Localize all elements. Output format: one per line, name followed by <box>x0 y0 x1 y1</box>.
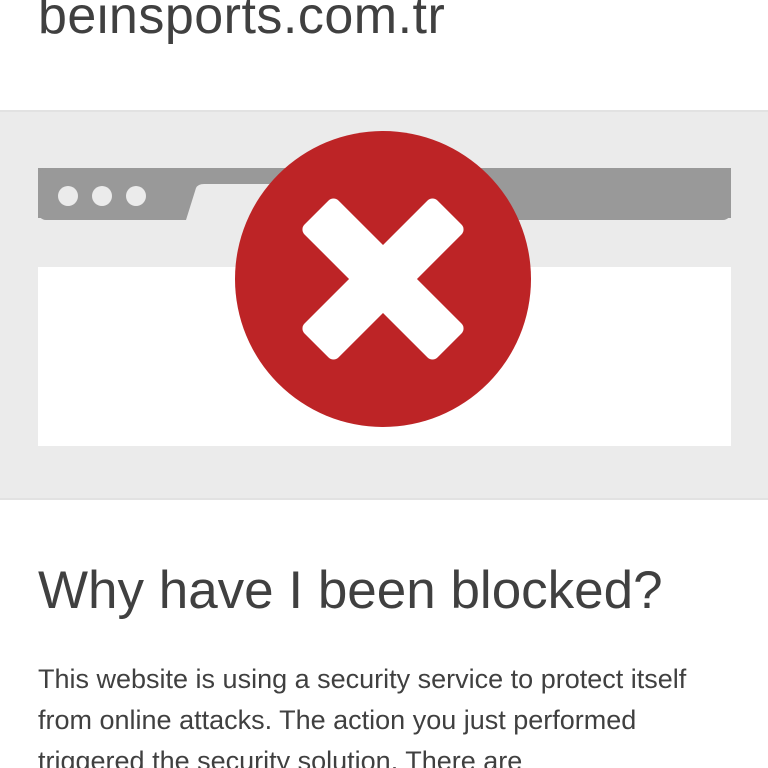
page-heading: Why have I been blocked? <box>38 561 663 620</box>
window-dot-3 <box>126 186 146 206</box>
block-description: This website is using a security service… <box>38 664 687 768</box>
blocked-page: beinsports.com.tr Why have I been blocke… <box>0 0 768 768</box>
blocked-x-icon <box>235 131 531 427</box>
window-dot-1 <box>58 186 78 206</box>
window-dot-2 <box>92 186 112 206</box>
site-domain-title: beinsports.com.tr <box>38 0 446 45</box>
illustration-band <box>0 110 768 500</box>
blocked-illustration <box>38 131 731 446</box>
